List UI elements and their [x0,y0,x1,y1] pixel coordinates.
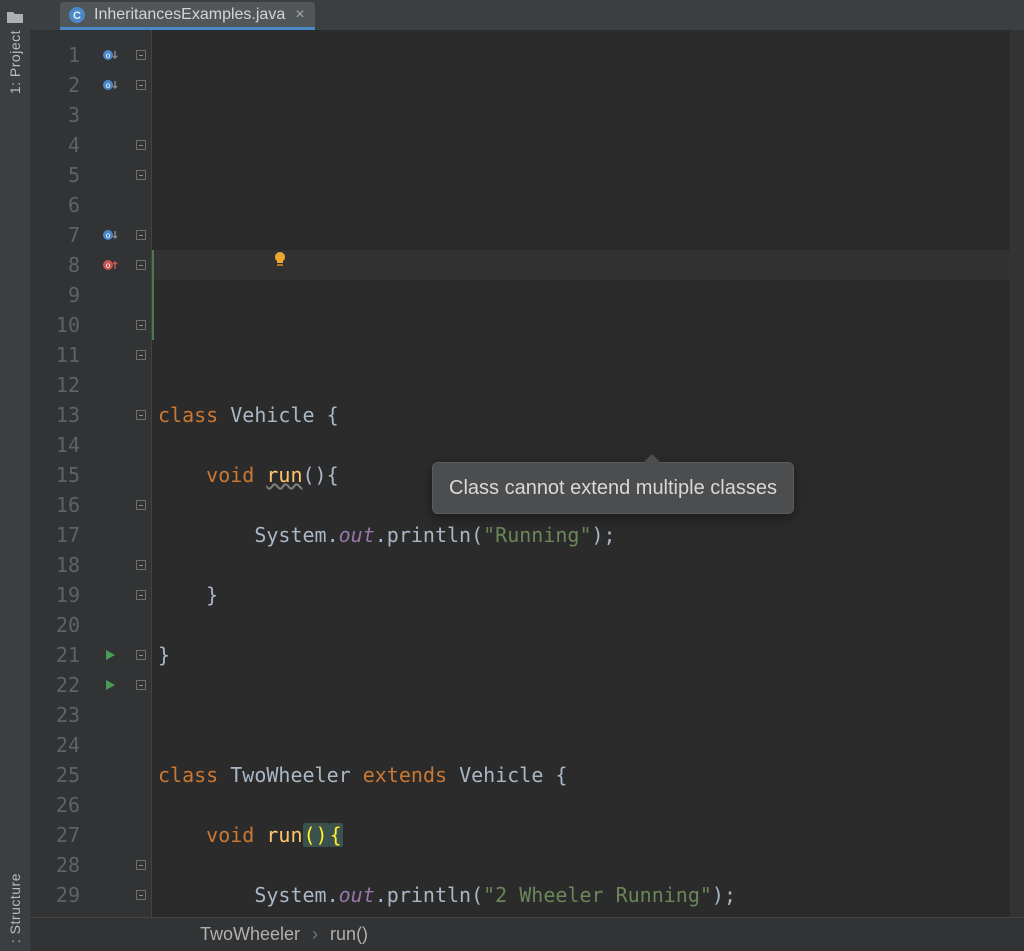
fold-toggle-icon[interactable] [136,590,146,600]
svg-text:o: o [106,81,111,90]
tool-window-structure[interactable]: : Structure [7,873,23,943]
close-icon[interactable]: × [295,7,304,23]
fold-toggle-icon[interactable] [136,890,146,900]
svg-text:o: o [106,261,111,270]
fold-toggle-icon[interactable] [136,140,146,150]
fold-toggle-icon[interactable] [136,350,146,360]
override-down-icon[interactable]: o [90,70,130,100]
editor-tab-active[interactable]: C InheritancesExamples.java × [60,2,315,30]
fold-toggle-icon[interactable] [136,860,146,870]
fold-toggle-icon[interactable] [136,320,146,330]
java-class-icon: C [68,6,86,24]
svg-text:o: o [106,51,111,60]
override-down-icon[interactable]: o [90,220,130,250]
fold-gutter [130,30,152,917]
override-down-icon[interactable]: o [90,40,130,70]
editor-tab-filename: InheritancesExamples.java [94,6,285,24]
fold-toggle-icon[interactable] [136,260,146,270]
fold-toggle-icon[interactable] [136,680,146,690]
tool-window-project-label: 1: Project [7,30,23,94]
tool-window-stripe: 1: Project : Structure [0,0,30,951]
tool-window-project[interactable]: 1: Project [6,6,24,108]
error-stripe[interactable] [1010,30,1024,917]
editor-main: C InheritancesExamples.java × 1 2 3 4 5 … [30,0,1024,951]
fold-toggle-icon[interactable] [136,80,146,90]
chevron-right-icon: › [312,924,318,945]
breadcrumb-method[interactable]: run() [330,924,368,945]
editor-area[interactable]: 1 2 3 4 5 6 7 8 9 10 11 12 13 14 15 16 1… [30,30,1024,917]
run-gutter-icon[interactable] [90,640,130,670]
tool-window-structure-label: : Structure [7,873,23,943]
fold-toggle-icon[interactable] [136,50,146,60]
code-text-area[interactable]: Class cannot extend multiple classes cla… [152,30,1010,917]
error-tooltip: Class cannot extend multiple classes [432,462,794,514]
gutter-marker-column: o o o o [90,30,130,917]
folder-icon [6,10,24,24]
fold-toggle-icon[interactable] [136,230,146,240]
fold-toggle-icon[interactable] [136,650,146,660]
fold-toggle-icon[interactable] [136,410,146,420]
error-tooltip-text: Class cannot extend multiple classes [449,477,777,499]
breadcrumb-class[interactable]: TwoWheeler [200,924,300,945]
editor-tab-bar: C InheritancesExamples.java × [30,0,1024,30]
fold-toggle-icon[interactable] [136,500,146,510]
line-number-gutter: 1 2 3 4 5 6 7 8 9 10 11 12 13 14 15 16 1… [30,30,90,917]
run-gutter-icon[interactable] [90,670,130,700]
ide-root: 1: Project : Structure C InheritancesExa… [0,0,1024,951]
fold-toggle-icon[interactable] [136,170,146,180]
intention-bulb-icon[interactable] [152,218,290,308]
breadcrumb-bar[interactable]: TwoWheeler › run() [30,917,1024,951]
svg-text:C: C [73,10,81,22]
svg-text:o: o [106,231,111,240]
fold-toggle-icon[interactable] [136,560,146,570]
override-up-icon[interactable]: o [90,250,130,280]
